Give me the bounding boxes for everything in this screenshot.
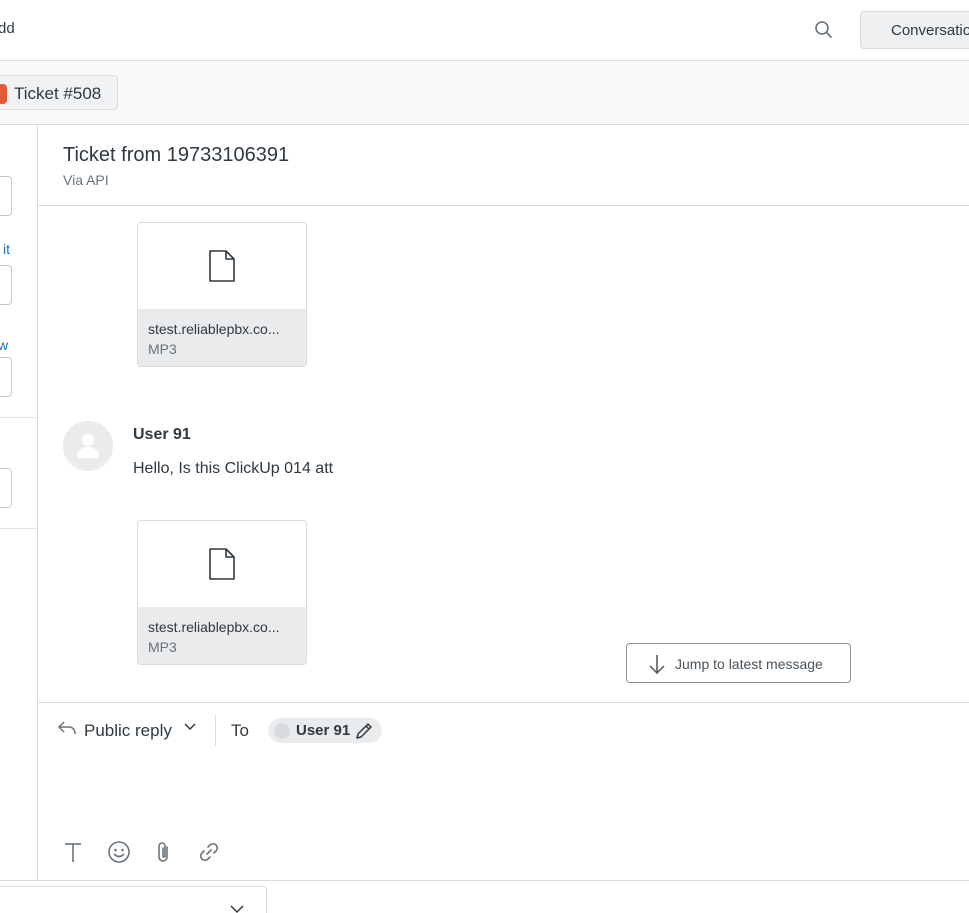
user-icon (77, 434, 99, 458)
ticket-status-badge (0, 84, 7, 104)
recipient-avatar (274, 723, 290, 739)
jump-to-latest-button[interactable]: Jump to latest message (626, 643, 851, 683)
sidebar-divider (0, 528, 37, 529)
tabs-row: Ticket #508 (0, 61, 969, 125)
pencil-icon[interactable] (354, 721, 374, 741)
tab-label: Ticket #508 (14, 84, 102, 103)
chevron-down-icon (184, 723, 196, 731)
ticket-channel: Via API (63, 172, 109, 188)
composer-divider (215, 715, 216, 746)
top-bar-left-text: dd (0, 20, 15, 37)
search-icon[interactable] (814, 20, 834, 40)
bottom-bar (0, 880, 969, 913)
reply-icon (58, 721, 76, 735)
attachment-type: MP3 (148, 639, 177, 655)
ticket-properties-sidebar: it w (0, 125, 38, 880)
attachment-thumbnail (138, 521, 306, 607)
ticket-header: Ticket from 19733106391 Via API (38, 125, 969, 206)
recipient-name: User 91 (296, 722, 351, 739)
link-icon[interactable] (197, 840, 221, 864)
top-bar: dd Conversations (0, 0, 969, 61)
text-format-icon[interactable] (61, 840, 85, 864)
message-author: User 91 (133, 426, 191, 443)
avatar (63, 421, 113, 471)
tab-ticket-508[interactable]: Ticket #508 (0, 75, 118, 110)
sidebar-field[interactable] (0, 176, 12, 216)
file-icon (209, 548, 235, 580)
bottom-select[interactable] (0, 886, 267, 913)
attachment-type: MP3 (148, 341, 177, 357)
attachment-meta: stest.reliablepbx.co... MP3 (138, 607, 306, 664)
attachment-icon[interactable] (152, 840, 176, 864)
attachment-card[interactable]: stest.reliablepbx.co... MP3 (137, 520, 307, 665)
ticket-title: Ticket from 19733106391 (63, 144, 290, 166)
sidebar-field[interactable] (0, 357, 12, 397)
file-icon (209, 250, 235, 282)
recipient-chip[interactable]: User 91 (268, 718, 382, 743)
attachment-meta: stest.reliablepbx.co... MP3 (138, 309, 306, 366)
sidebar-link[interactable]: w (0, 337, 8, 353)
sidebar-field[interactable] (0, 265, 12, 305)
reply-composer: Public reply To User 91 (38, 702, 969, 880)
arrow-down-icon (649, 655, 665, 674)
attachment-card[interactable]: stest.reliablepbx.co... MP3 (137, 222, 307, 367)
attachment-filename: stest.reliablepbx.co... (148, 321, 280, 337)
sidebar-field[interactable] (0, 468, 12, 508)
to-label: To (231, 721, 249, 740)
sidebar-link[interactable]: it (3, 241, 10, 257)
reply-type-label: Public reply (84, 721, 172, 740)
emoji-icon[interactable] (107, 840, 131, 864)
jump-label: Jump to latest message (675, 656, 823, 672)
attachment-filename: stest.reliablepbx.co... (148, 619, 280, 635)
sidebar-divider (0, 417, 37, 418)
conversations-button[interactable]: Conversations (860, 11, 969, 49)
message-body: Hello, Is this ClickUp 014 att (133, 460, 334, 477)
chevron-down-icon (230, 905, 244, 913)
attachment-thumbnail (138, 223, 306, 309)
